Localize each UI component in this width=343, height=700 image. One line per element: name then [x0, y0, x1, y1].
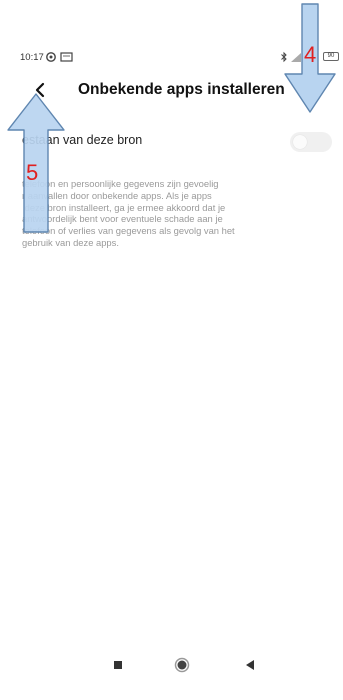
warning-line: telefoon en persoonlijke gegevens zijn g… — [22, 178, 219, 189]
status-time: 10:17 — [20, 52, 44, 63]
home-circle-icon — [174, 657, 190, 673]
back-nav-button[interactable] — [240, 655, 260, 675]
back-button[interactable] — [28, 78, 52, 102]
warning-line: r aanvallen door onbekende apps. Als je … — [22, 189, 212, 201]
allow-source-label: estaan van deze bron — [22, 133, 143, 147]
bluetooth-icon — [281, 51, 287, 63]
recents-square-icon — [114, 661, 122, 669]
screenshot-status-icon — [60, 52, 73, 62]
allow-source-toggle[interactable] — [290, 132, 332, 152]
app-header: Onbekende apps installeren — [0, 76, 343, 104]
battery-label: 90 — [327, 53, 335, 59]
settings-status-icon — [46, 52, 56, 62]
allow-source-setting-row[interactable]: estaan van deze bron — [0, 125, 343, 155]
toggle-knob — [293, 135, 307, 149]
signal-icon — [291, 53, 301, 62]
battery-icon: 90 — [323, 52, 339, 61]
home-button[interactable] — [172, 655, 192, 675]
page-title: Onbekende apps installeren — [78, 81, 285, 98]
warning-line: telefoon of verlies van gegevens als gev… — [22, 225, 235, 237]
warning-text: telefoon en persoonlijke gegevens zijn g… — [22, 178, 322, 249]
warning-line: deze bron installeert, ga je ermee akkoo… — [22, 201, 226, 213]
back-triangle-icon — [246, 660, 254, 670]
warning-line: gebruik van deze apps. — [22, 236, 119, 248]
warning-line: antwoordelijk bent voor eventuele schade… — [22, 213, 223, 225]
recents-button[interactable] — [108, 655, 128, 675]
chevron-left-icon — [35, 82, 45, 98]
navigation-bar — [0, 650, 343, 680]
